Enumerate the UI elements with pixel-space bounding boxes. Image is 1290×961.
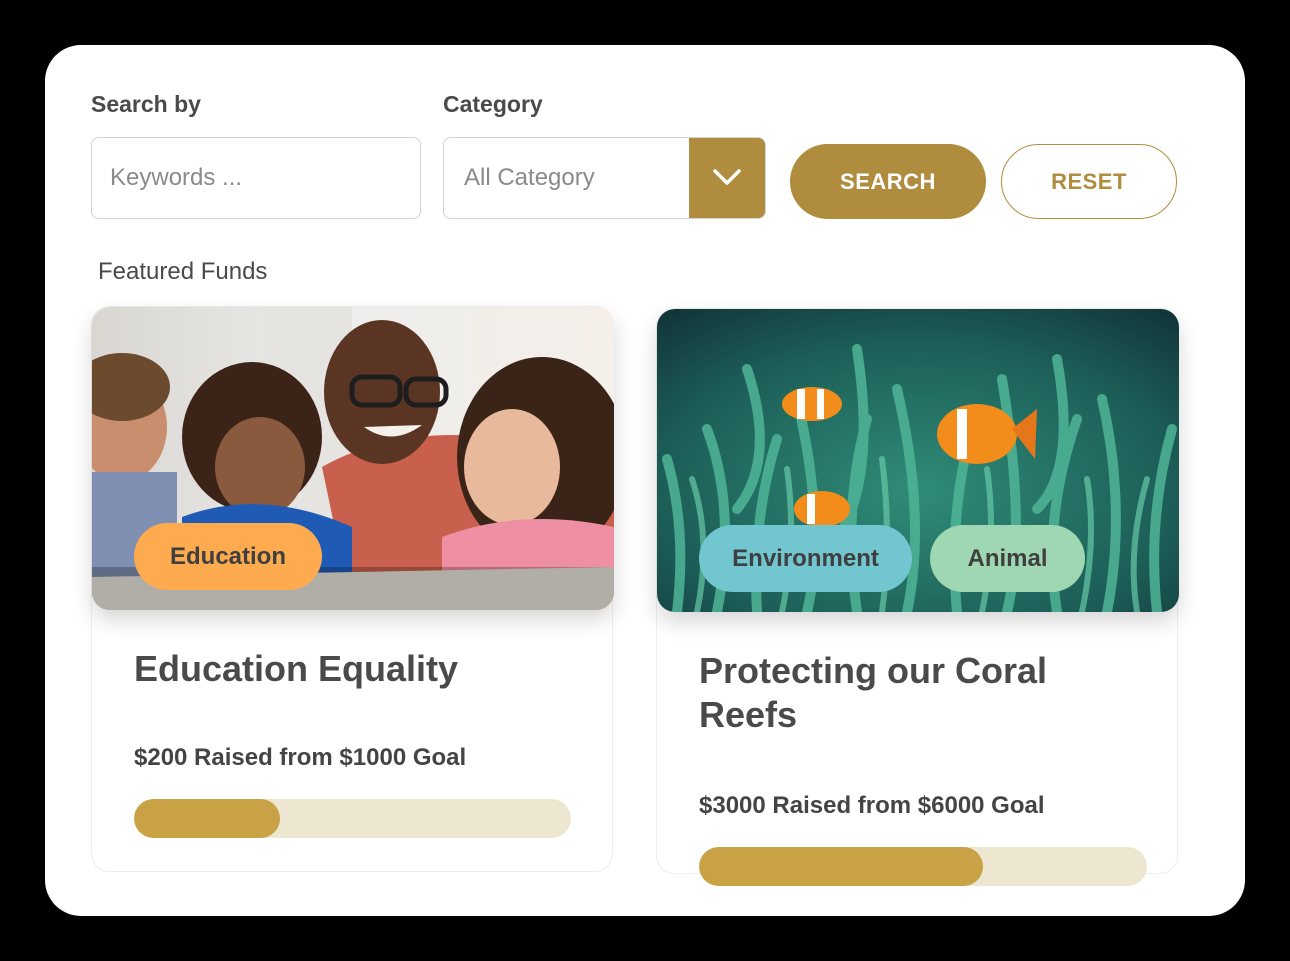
fund-card[interactable]: Environment Animal Protecting our Coral … [656, 308, 1179, 886]
search-panel: Search by Category All Category SEARCH R… [45, 45, 1245, 916]
progress-bar [699, 847, 1147, 886]
category-selected-value: All Category [464, 164, 595, 191]
raised-amount: $3000 Raised from $6000 Goal [699, 792, 1045, 819]
progress-fill [699, 847, 984, 886]
keywords-input[interactable] [91, 137, 421, 219]
reset-button[interactable]: RESET [1001, 144, 1177, 219]
progress-bar [134, 799, 571, 838]
fund-card[interactable]: Education Education Equality $200 Raised… [91, 306, 614, 872]
category-dropdown-toggle[interactable] [689, 138, 765, 218]
tag-animal: Animal [930, 525, 1085, 592]
card-title: Protecting our Coral Reefs [699, 650, 1048, 735]
progress-fill [134, 799, 281, 838]
tag-education: Education [134, 523, 322, 590]
chevron-down-icon [713, 169, 741, 185]
search-button[interactable]: SEARCH [790, 144, 986, 219]
featured-funds-heading: Featured Funds [98, 258, 268, 285]
tag-environment: Environment [699, 525, 912, 592]
search-by-label: Search by [91, 91, 201, 117]
card-title: Education Equality [134, 648, 459, 689]
raised-amount: $200 Raised from $1000 Goal [134, 744, 467, 771]
category-label: Category [443, 91, 543, 117]
category-select[interactable]: All Category [443, 137, 766, 219]
